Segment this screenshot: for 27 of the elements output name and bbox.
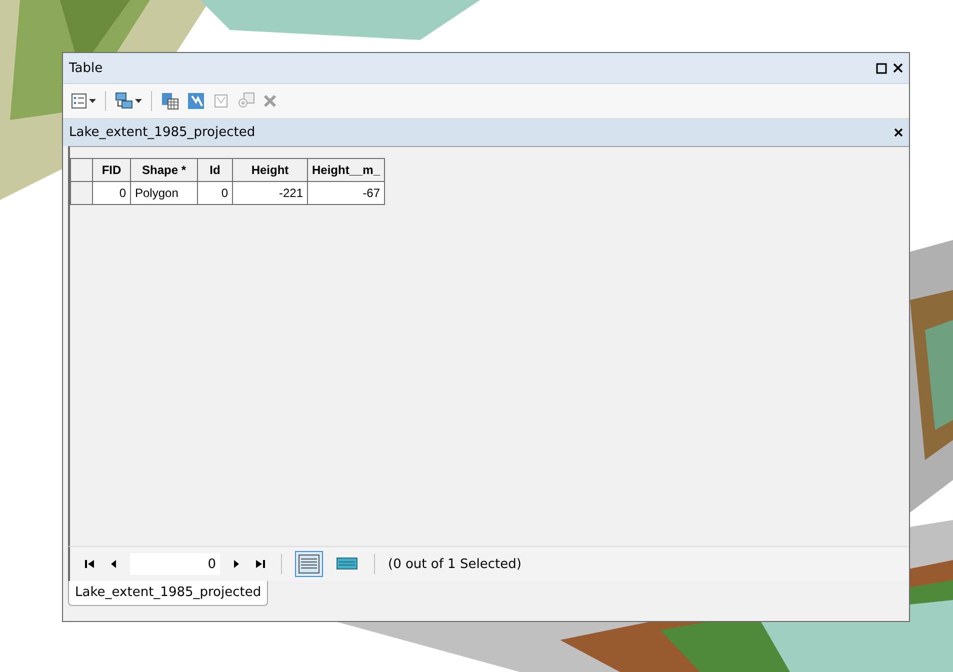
layer-title: Lake_extent_1985_projected (69, 125, 256, 140)
table-options-icon[interactable] (71, 93, 87, 109)
select-by-attributes-icon[interactable] (161, 92, 179, 110)
show-all-records-button[interactable] (295, 551, 323, 577)
caret-icon[interactable] (89, 99, 96, 103)
selection-status: (0 out of 1 Selected) (388, 556, 522, 572)
table-cell: -67 (308, 182, 385, 204)
related-tables-icon[interactable] (115, 92, 133, 110)
row-selector[interactable] (70, 182, 92, 204)
column-header[interactable]: Height__m_ (308, 158, 385, 182)
column-header[interactable]: Height (232, 158, 308, 182)
column-header[interactable]: FID (92, 158, 130, 182)
table-cell: 0 (92, 182, 130, 204)
window-title: Table (69, 60, 104, 76)
corner-cell (70, 158, 92, 182)
table-cell: Polygon (130, 182, 198, 204)
caret-icon[interactable] (135, 99, 142, 103)
table-cell: 0 (198, 182, 232, 204)
close-icon[interactable] (893, 63, 903, 73)
record-field[interactable]: 0 (130, 553, 220, 575)
table-cell: -221 (232, 182, 308, 204)
maximize-icon[interactable] (876, 62, 887, 74)
switch-selection-icon[interactable] (187, 92, 205, 110)
table-tab[interactable]: Lake_extent_1985_projected (68, 581, 268, 606)
column-header[interactable]: Shape * (130, 158, 198, 182)
close-icon[interactable] (894, 128, 903, 137)
column-header[interactable]: Id (198, 158, 232, 182)
